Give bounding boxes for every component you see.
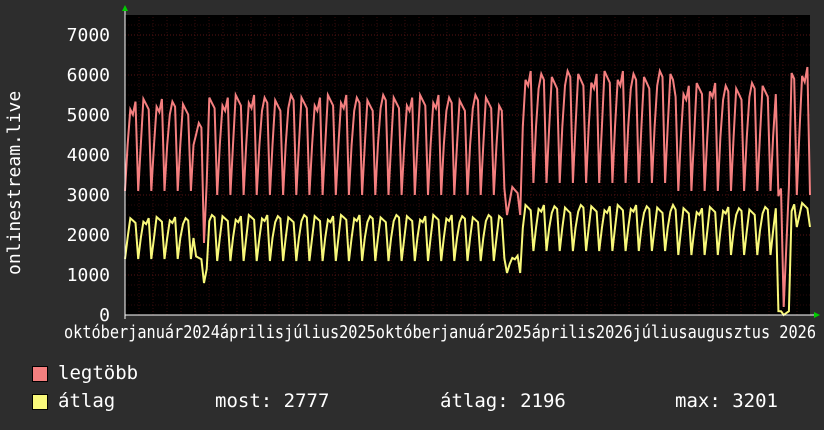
x-ticks: októberjanuár2024áprilisjúlius2025októbe… — [64, 322, 816, 343]
x-axis-arrow — [814, 312, 820, 318]
y-tick-label: 1000 — [67, 265, 110, 286]
stat-atlag: átlag: 2196 — [440, 390, 566, 412]
y-tick-label: 4000 — [67, 145, 110, 166]
y-axis-label: onlinestream.live — [4, 91, 25, 275]
stat-max: max: 3201 — [675, 390, 778, 412]
y-tick-label: 7000 — [67, 25, 110, 46]
y-axis-arrow — [122, 5, 128, 11]
y-tick-label: 2000 — [67, 225, 110, 246]
y-tick-label: 6000 — [67, 65, 110, 86]
stat-most: most: 2777 — [215, 390, 330, 412]
legend-label-legtobb: legtöbb — [58, 362, 139, 384]
y-tick-label: 5000 — [67, 105, 110, 126]
x-tick-labels: októberjanuár2024áprilisjúlius2025októbe… — [64, 322, 816, 343]
chart: 01000200030004000500060007000 októberjan… — [4, 5, 820, 343]
legend-swatch-legtobb — [32, 366, 48, 382]
y-ticks: 01000200030004000500060007000 — [67, 25, 110, 326]
y-tick-label: 3000 — [67, 185, 110, 206]
legend-swatch-atlag — [32, 394, 48, 410]
legend-label-atlag: átlag — [58, 390, 116, 412]
